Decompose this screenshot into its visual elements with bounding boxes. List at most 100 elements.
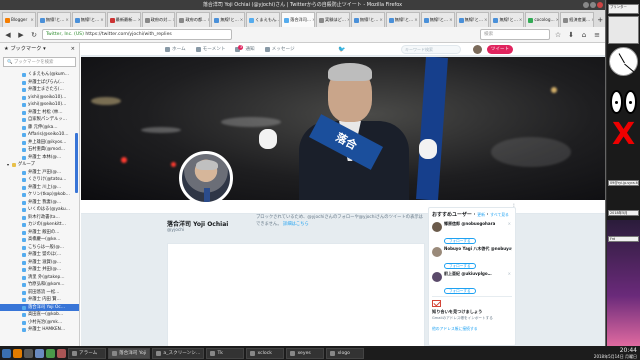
bookmark-item[interactable]: 弁護士 飯田の…	[0, 229, 79, 237]
own-avatar[interactable]	[473, 45, 482, 54]
xlogo-icon[interactable]: X	[612, 120, 636, 150]
taskbar-task[interactable]: xeyes	[286, 347, 325, 359]
bookmark-item[interactable]: 弁護士ぱぴらん(…	[0, 79, 79, 87]
connect-other-contacts-link[interactable]: 他のアドレス帳に接続する	[432, 326, 512, 332]
bookmark-item[interactable]: いくのはる(@yaku…	[0, 206, 79, 214]
file-manager-icon[interactable]	[35, 348, 44, 358]
bookmark-item[interactable]: 弁護士 盟のほ(…	[0, 251, 79, 259]
suggested-user-name[interactable]: 前上亜紀 @ukiuvplgo…	[444, 271, 512, 277]
tab-close-icon[interactable]: ×	[173, 13, 175, 27]
reload-icon[interactable]: ↻	[29, 30, 39, 40]
tab-close-icon[interactable]: ×	[414, 13, 418, 27]
follow-button[interactable]: フォローする	[444, 288, 476, 294]
bookmark-item[interactable]: カジの(@kenkitt…	[0, 221, 79, 229]
twitter-bird-icon[interactable]: 🐦	[338, 46, 346, 53]
firefox-launcher-icon[interactable]	[13, 348, 22, 358]
bookmark-item[interactable]: 高田直一(@kob…	[0, 311, 79, 319]
profile-avatar[interactable]	[179, 151, 233, 205]
bookmark-item[interactable]: 井上雄田(@ikyos…	[0, 139, 79, 147]
bookmark-star-icon[interactable]: ☆	[553, 30, 563, 40]
browser-tab[interactable]: 無線!と… ×	[71, 12, 106, 27]
desktop-widget[interactable]: 2018年5月	[608, 210, 639, 216]
browser-tab[interactable]: 無線!と… ×	[211, 12, 246, 27]
bookmark-item[interactable]: 竹原弘和(@kom…	[0, 281, 79, 289]
bookmark-item[interactable]: 清里 外(@takep…	[0, 274, 79, 282]
sidebar-close-icon[interactable]: ×	[71, 43, 75, 55]
menu-icon[interactable]: ≡	[592, 30, 602, 40]
tab-close-icon[interactable]: ×	[519, 13, 523, 27]
browser-tab[interactable]: 落合洋司…×	[281, 12, 316, 27]
tab-close-icon[interactable]: ×	[347, 13, 349, 27]
suggested-user-name[interactable]: 郷原信郎 @nobuogohara	[444, 221, 512, 227]
taskbar-task[interactable]: 落合洋司 Yoji	[108, 347, 151, 359]
profile-name[interactable]: 落合洋司 Yoji Ochiai	[167, 219, 228, 228]
browser-tab[interactable]: 経済産業…×	[560, 12, 595, 27]
bookmark-item[interactable]: Affaris(@seiko10…	[0, 131, 79, 139]
browser-tab[interactable]: 無線!と… ×	[36, 12, 71, 27]
browser-search-input[interactable]: 検索	[480, 29, 550, 40]
follow-button[interactable]: フォローする	[444, 238, 476, 244]
tab-close-icon[interactable]: ×	[138, 13, 140, 27]
taskbar-task[interactable]: xlogo	[326, 347, 365, 359]
desktop-widget[interactable]: 09@ryi.jp.syra.it	[608, 180, 639, 186]
browser-tab[interactable]: 最新最新…×	[106, 12, 141, 27]
nav-moments[interactable]: モーメント	[195, 46, 225, 52]
learn-more-link[interactable]: 詳細はこちら	[283, 222, 309, 227]
browser-tab[interactable]: 無線!と… ×	[455, 12, 490, 27]
bookmark-item[interactable]: 藤 元伸(@ka…	[0, 124, 79, 132]
bookmark-item[interactable]: 鈴木行政書(ta…	[0, 214, 79, 222]
app-launcher-icon[interactable]	[46, 348, 55, 358]
tab-close-icon[interactable]: ×	[484, 13, 488, 27]
browser-tab[interactable]: 無線!と… ×	[420, 12, 455, 27]
tab-close-icon[interactable]: ×	[30, 13, 35, 27]
tab-close-icon[interactable]: ×	[240, 13, 244, 27]
nav-notifications[interactable]: 3 通知	[235, 44, 255, 52]
sidebar-scrollbar[interactable]	[75, 133, 78, 193]
dismiss-suggestion-icon[interactable]: ×	[508, 271, 511, 276]
minimize-icon[interactable]	[583, 2, 589, 8]
browser-tab[interactable]: 無線!と… ×	[490, 12, 525, 27]
browser-tab[interactable]: cocolog… ×	[525, 12, 560, 27]
browser-tab[interactable]: くまえもん…×	[246, 12, 281, 27]
browser-tab[interactable]: 無線!と… ×	[385, 12, 420, 27]
tab-close-icon[interactable]: ×	[207, 13, 209, 27]
bookmark-item[interactable]: 弁護士まさたろ(…	[0, 86, 79, 94]
forward-icon[interactable]: ▶	[16, 30, 26, 40]
bookmark-item[interactable]: くまえもん(@kum…	[0, 71, 79, 79]
bookmark-item[interactable]: 落合洋司 Yoji Oc…	[0, 303, 79, 311]
tab-close-icon[interactable]: ×	[591, 13, 593, 27]
suggested-user-avatar[interactable]	[432, 222, 442, 232]
desktop-widget[interactable]: Frd	[608, 236, 639, 242]
maximize-icon[interactable]	[590, 2, 596, 8]
bookmark-item[interactable]: yishi(@seiko10)…	[0, 101, 79, 109]
desktop-widget[interactable]: プリンター	[608, 4, 639, 14]
taskbar-task[interactable]: xclock	[246, 347, 285, 359]
home-icon[interactable]: ⌂	[579, 30, 589, 40]
browser-tab[interactable]: 政府の都…×	[176, 12, 211, 27]
taskbar-clock[interactable]: 20:44 2018年5月14日 月曜日	[594, 347, 640, 359]
dismiss-suggestion-icon[interactable]: ×	[508, 221, 511, 226]
bookmark-item[interactable]: 弁護士 戸田(@…	[0, 169, 79, 177]
browser-tab[interactable]: 無線!と… ×	[350, 12, 385, 27]
bookmark-item[interactable]: 弁護士 HAMKEN…	[0, 326, 79, 334]
taskbar-task[interactable]: アラーム	[68, 347, 106, 359]
bookmark-item[interactable]: 小村光治(@mk…	[0, 319, 79, 327]
bookmark-item[interactable]: ケリン(tkop)@kob…	[0, 191, 79, 199]
tab-close-icon[interactable]: ×	[65, 13, 69, 27]
bookmark-item[interactable]: 弁護士 内田 賢…	[0, 296, 79, 304]
terminal-launcher-icon[interactable]	[24, 348, 33, 358]
bookmark-item[interactable]: 前田悠流 一松…	[0, 289, 79, 297]
suggested-user-avatar[interactable]	[432, 272, 442, 282]
bookmark-search-input[interactable]: 🔍 ブックマークを検索	[3, 57, 76, 67]
bookmark-item[interactable]: くさりけ(@tatsu…	[0, 176, 79, 184]
browser-tab[interactable]: 実験ほど…×	[316, 12, 350, 27]
bookmark-item[interactable]: yishi(@seiko10)…	[0, 94, 79, 102]
app-launcher-icon[interactable]	[57, 348, 66, 358]
bookmark-item[interactable]: 弁護士 村松 (林…	[0, 109, 79, 117]
bookmark-folder[interactable]: ▾ グループ	[0, 161, 79, 169]
suggested-user-name[interactable]: Nobuyo Yagi 八木啓代 @nobuyoyagi	[444, 246, 512, 252]
tab-close-icon[interactable]: ×	[312, 13, 314, 27]
browser-tab[interactable]: Blogger ×	[2, 12, 36, 27]
bookmark-item[interactable]: 弁護士 我妻(@…	[0, 199, 79, 207]
tab-close-icon[interactable]: ×	[556, 13, 559, 27]
